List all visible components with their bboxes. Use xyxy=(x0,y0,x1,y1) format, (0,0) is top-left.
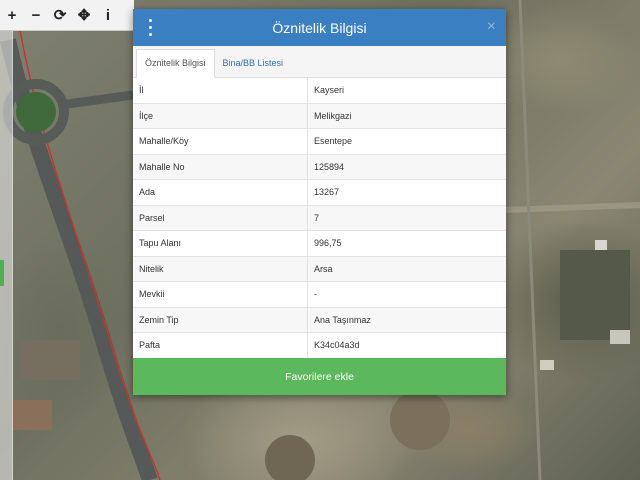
attribute-label: Mahalle No xyxy=(133,154,308,180)
attribute-value: Arsa xyxy=(307,256,506,282)
table-row: İlçe Melikgazi xyxy=(133,103,506,129)
dialog-tabs: Öznitelik Bilgisi Bina/BB Listesi xyxy=(133,46,506,78)
attribute-label: Nitelik xyxy=(133,256,308,282)
table-row: Parsel 7 xyxy=(133,205,506,231)
table-row: Mahalle/Köy Esentepe xyxy=(133,128,506,155)
attribute-label: Zemin Tip xyxy=(133,307,308,333)
attribute-label: Tapu Alanı xyxy=(133,230,308,257)
add-to-favorites-button[interactable]: Favorilere ekle xyxy=(133,358,506,395)
zoom-in-button[interactable]: + xyxy=(0,0,24,30)
attribute-label: Mevkii xyxy=(133,281,308,308)
attribute-table: İl Kayseri İlçe Melikgazi Mahalle/Köy Esentep… xyxy=(133,78,506,359)
map-toolbar: + − ⟳ ✥ i xyxy=(0,0,134,31)
table-row: Tapu Alanı 996,75 xyxy=(133,230,506,257)
menu-dots-icon[interactable] xyxy=(147,19,153,36)
attribute-value: Esentepe xyxy=(307,128,506,155)
locate-icon[interactable]: ✥ xyxy=(72,0,96,30)
table-row: Ada 13267 xyxy=(133,179,506,206)
close-icon[interactable]: × xyxy=(487,18,496,36)
attribute-value: Ana Taşınmaz xyxy=(307,307,506,333)
zoom-out-button[interactable]: − xyxy=(24,0,48,30)
attribute-value: Melikgazi xyxy=(307,103,506,129)
tab-building-list[interactable]: Bina/BB Listesi xyxy=(215,50,292,77)
table-row: Pafta K34c04a3d xyxy=(133,332,506,359)
dialog-title: Öznitelik Bilgisi xyxy=(272,19,367,36)
side-indicator xyxy=(0,260,4,286)
tab-attribute-info[interactable]: Öznitelik Bilgisi xyxy=(136,49,215,78)
dialog-header: Öznitelik Bilgisi × xyxy=(133,9,506,46)
attribute-value: 125894 xyxy=(307,154,506,180)
attribute-value: - xyxy=(307,281,506,308)
table-row: İl Kayseri xyxy=(133,78,506,104)
refresh-icon[interactable]: ⟳ xyxy=(48,0,72,30)
table-row: Mevkii - xyxy=(133,281,506,308)
attribute-label: Pafta xyxy=(133,332,308,359)
attribute-value: Kayseri xyxy=(307,78,506,104)
table-row: Mahalle No 125894 xyxy=(133,154,506,180)
attribute-label: İlçe xyxy=(133,103,308,129)
attribute-value: 13267 xyxy=(307,179,506,206)
attribute-value: K34c04a3d xyxy=(307,332,506,359)
attribute-value: 7 xyxy=(307,205,506,231)
info-icon[interactable]: i xyxy=(96,0,120,30)
attribute-label: Parsel xyxy=(133,205,308,231)
attribute-label: İl xyxy=(133,78,308,104)
attribute-dialog: Öznitelik Bilgisi × Öznitelik Bilgisi Bi… xyxy=(133,9,506,395)
table-row: Zemin Tip Ana Taşınmaz xyxy=(133,307,506,333)
attribute-label: Ada xyxy=(133,179,308,206)
table-row: Nitelik Arsa xyxy=(133,256,506,282)
attribute-label: Mahalle/Köy xyxy=(133,128,308,155)
attribute-value: 996,75 xyxy=(307,230,506,257)
left-side-panel xyxy=(0,30,13,480)
